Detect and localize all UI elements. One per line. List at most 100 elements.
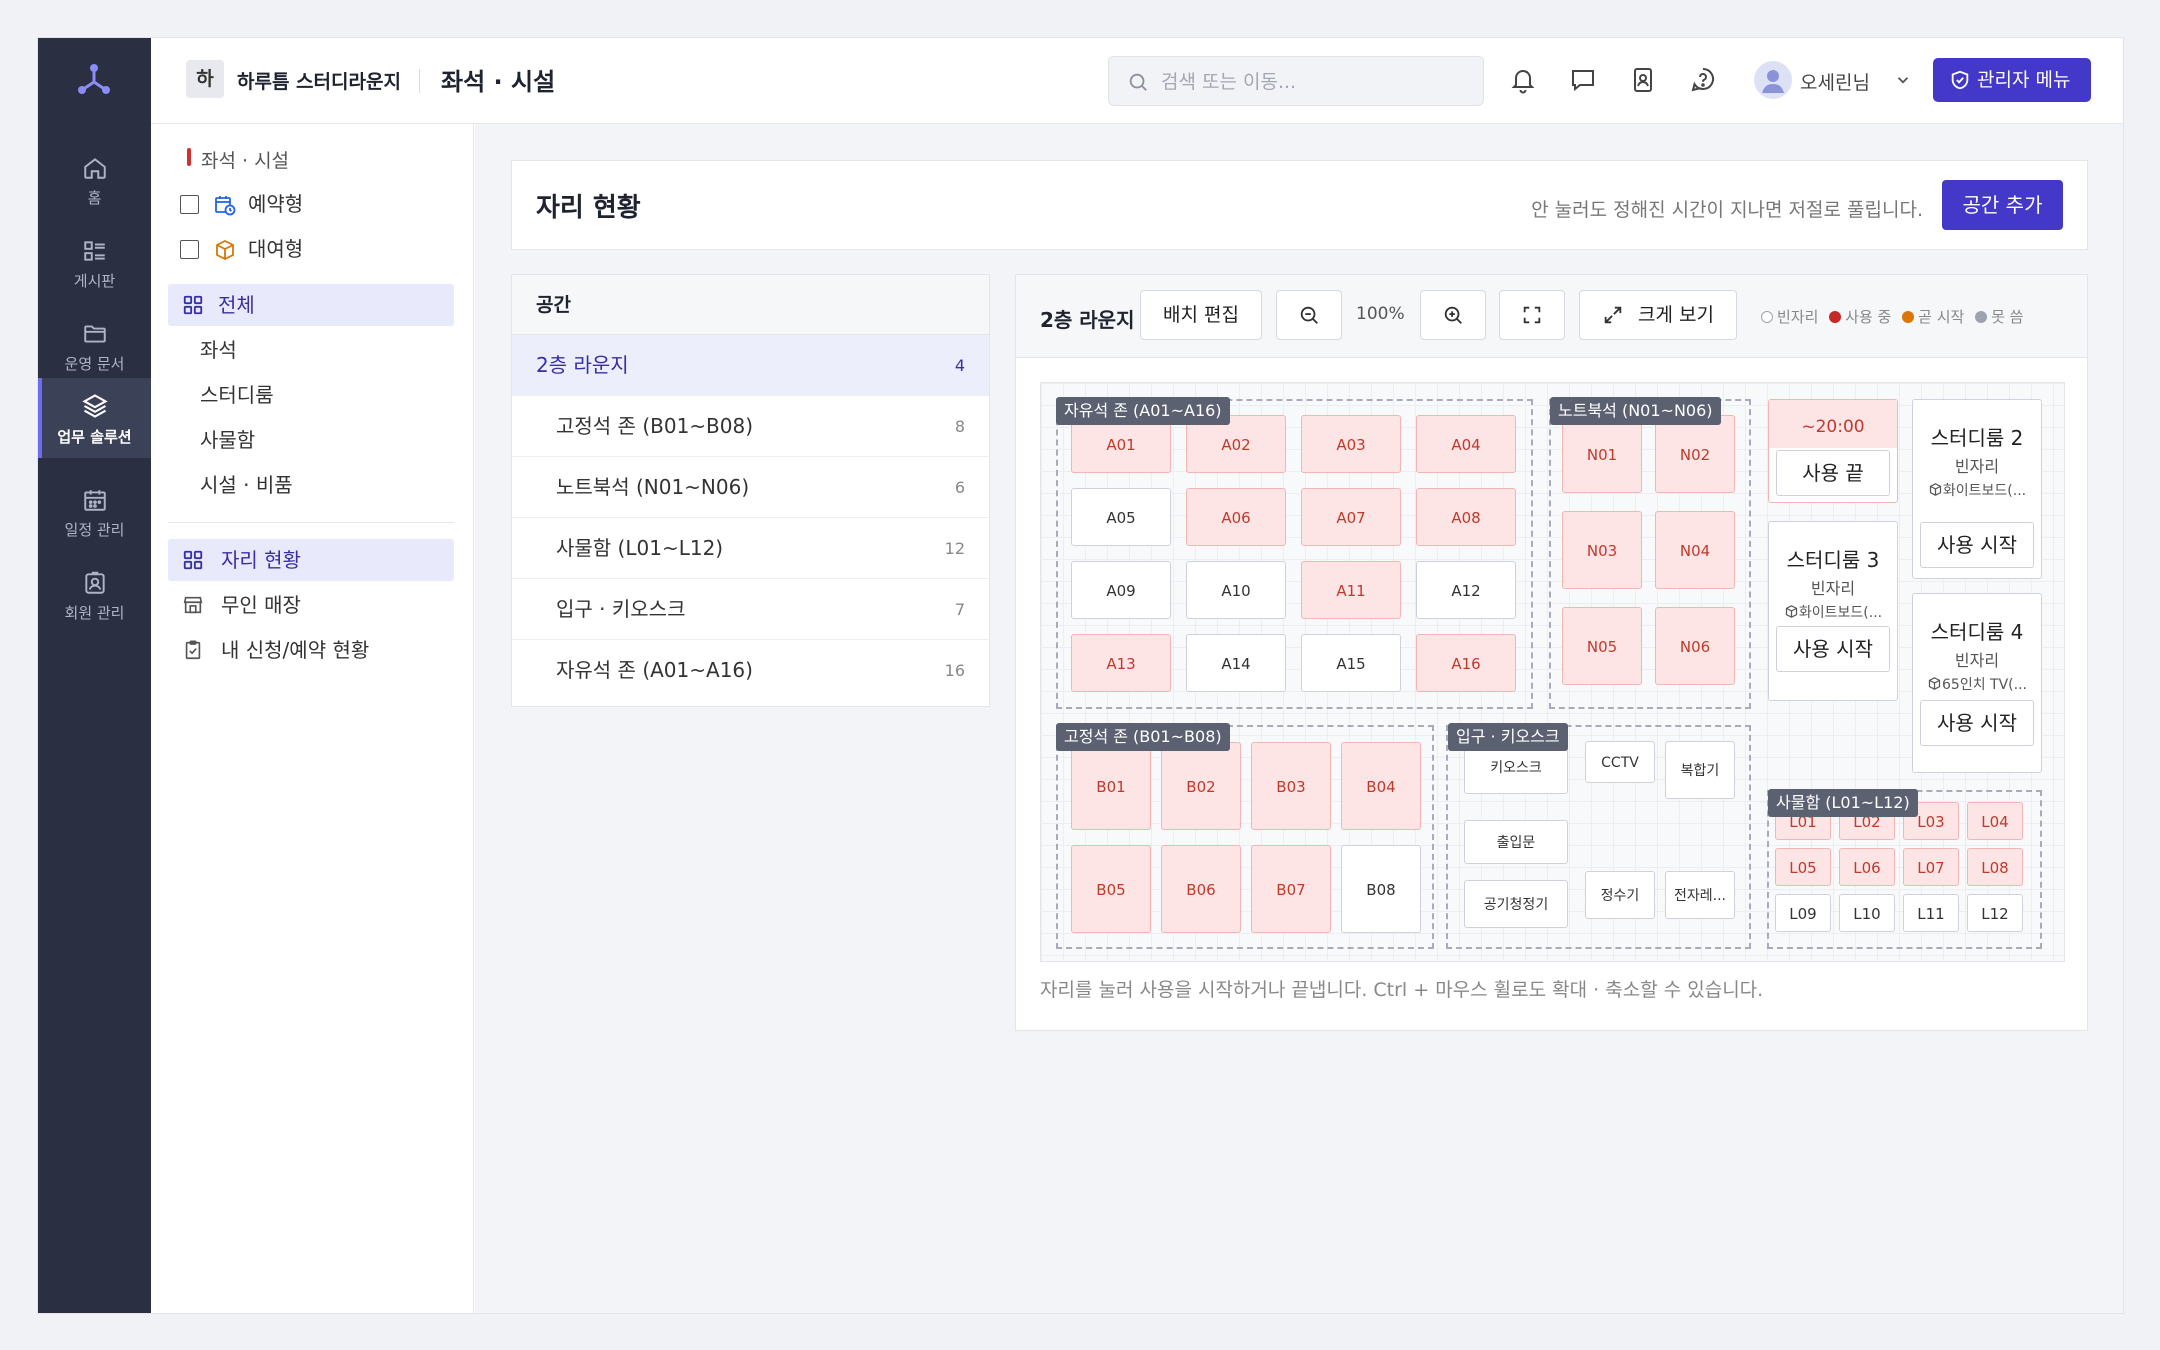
bell-icon[interactable] (1507, 64, 1539, 96)
seat-l09[interactable]: L09 (1775, 894, 1831, 932)
category-studyroom[interactable]: 스터디룸 (168, 374, 454, 416)
seat-a03[interactable]: A03 (1301, 415, 1401, 473)
seat-l04[interactable]: L04 (1967, 802, 2023, 840)
link-unmanned-store[interactable]: 무인 매장 (168, 584, 454, 626)
help-icon[interactable] (1687, 64, 1719, 96)
space-row[interactable]: 2층 라운지 4 (512, 335, 989, 396)
seat-l08[interactable]: L08 (1967, 848, 2023, 886)
seat-n01[interactable]: N01 (1562, 415, 1642, 493)
seat-n06[interactable]: N06 (1655, 607, 1735, 685)
seat-a15[interactable]: A15 (1301, 634, 1401, 692)
seat-l06[interactable]: L06 (1839, 848, 1895, 886)
space-row[interactable]: 고정석 존 (B01~B08) 8 (512, 396, 989, 457)
add-space-button[interactable]: 공간 추가 (1942, 180, 2063, 230)
seat-n03[interactable]: N03 (1562, 511, 1642, 589)
checkbox[interactable] (180, 240, 199, 259)
link-seat-status[interactable]: 자리 현황 (168, 539, 454, 581)
category-all[interactable]: 전체 (168, 284, 454, 326)
rail-item-docs[interactable]: 운영 문서 (38, 307, 151, 387)
seat-a07[interactable]: A07 (1301, 488, 1401, 546)
category-facility[interactable]: 시설 · 비품 (168, 464, 454, 506)
zoom-in-button[interactable] (1420, 290, 1486, 340)
seat-n05[interactable]: N05 (1562, 607, 1642, 685)
seat-b06[interactable]: B06 (1161, 845, 1241, 933)
chat-icon[interactable] (1567, 64, 1599, 96)
facility-item[interactable]: CCTV (1585, 741, 1655, 783)
seat-a10[interactable]: A10 (1186, 561, 1286, 619)
start-use-button[interactable]: 사용 시작 (1776, 626, 1890, 672)
space-row[interactable]: 자유석 존 (A01~A16) 16 (512, 640, 989, 701)
seat-b07[interactable]: B07 (1251, 845, 1331, 933)
filter-reservation[interactable]: 예약형 (168, 183, 454, 225)
fit-screen-button[interactable] (1499, 290, 1565, 340)
checkbox[interactable] (180, 195, 199, 214)
seat-l12[interactable]: L12 (1967, 894, 2023, 932)
seat-a11[interactable]: A11 (1301, 561, 1401, 619)
seat-l05[interactable]: L05 (1775, 848, 1831, 886)
seat-b05[interactable]: B05 (1071, 845, 1151, 933)
start-use-button[interactable]: 사용 시작 (1920, 700, 2034, 746)
studyroom-1[interactable]: ~20:00 사용 끝 (1768, 399, 1898, 503)
category-locker[interactable]: 사물함 (168, 419, 454, 461)
seat-l11[interactable]: L11 (1903, 894, 1959, 932)
space-row[interactable]: 사물함 (L01~L12) 12 (512, 518, 989, 579)
studyroom-4[interactable]: 스터디룸 4 빈자리 65인치 TV(... 사용 시작 (1912, 593, 2042, 773)
edit-layout-button[interactable]: 배치 편집 (1140, 290, 1262, 340)
org-name[interactable]: 하루틈 스터디라운지 (237, 67, 401, 94)
zoom-out-button[interactable] (1276, 290, 1342, 340)
facility-item[interactable]: 출입문 (1464, 820, 1568, 864)
rail-item-members[interactable]: 회원 관리 (38, 556, 151, 636)
seat-n04[interactable]: N04 (1655, 511, 1735, 589)
seat-a04[interactable]: A04 (1416, 415, 1516, 473)
search-input[interactable] (1161, 69, 1461, 95)
seat-b03[interactable]: B03 (1251, 742, 1331, 830)
space-count: 8 (954, 417, 965, 436)
seat-a12[interactable]: A12 (1416, 561, 1516, 619)
category-label: 전체 (218, 293, 255, 317)
rail-item-schedule[interactable]: 일정 관리 (38, 473, 151, 553)
seat-a14[interactable]: A14 (1186, 634, 1286, 692)
facility-item[interactable]: 전자레... (1665, 871, 1735, 919)
facility-item[interactable]: 복합기 (1665, 741, 1735, 799)
facility-text: 화이트보드(... (1798, 605, 1883, 621)
studyroom-2[interactable]: 스터디룸 2 빈자리 화이트보드(... 사용 시작 (1912, 399, 2042, 579)
rail-item-home[interactable]: 홈 (38, 141, 151, 221)
facility-item[interactable]: 정수기 (1585, 871, 1655, 919)
expand-view-button[interactable]: 크게 보기 (1579, 290, 1737, 340)
seat-l10[interactable]: L10 (1839, 894, 1895, 932)
admin-menu-button[interactable]: 관리자 메뉴 (1933, 58, 2091, 102)
seat-b08[interactable]: B08 (1341, 845, 1421, 933)
studyroom-3[interactable]: 스터디룸 3 빈자리 화이트보드(... 사용 시작 (1768, 521, 1898, 701)
seat-a06[interactable]: A06 (1186, 488, 1286, 546)
legend-label: 빈자리 (1777, 308, 1819, 326)
seat-b04[interactable]: B04 (1341, 742, 1421, 830)
seat-a13[interactable]: A13 (1071, 634, 1171, 692)
seat-b02[interactable]: B02 (1161, 742, 1241, 830)
search-box[interactable] (1108, 56, 1484, 106)
user-name[interactable]: 오세린님 (1800, 68, 1870, 95)
rail-item-solutions[interactable]: 업무 솔루션 (38, 378, 151, 458)
link-my-requests[interactable]: 내 신청/예약 현황 (168, 629, 454, 671)
category-seat[interactable]: 좌석 (168, 329, 454, 371)
space-row[interactable]: 노트북석 (N01~N06) 6 (512, 457, 989, 518)
start-use-button[interactable]: 사용 시작 (1920, 522, 2034, 568)
seat-a08[interactable]: A08 (1416, 488, 1516, 546)
seat-a05[interactable]: A05 (1071, 488, 1171, 546)
chevron-down-icon[interactable] (1894, 71, 1912, 89)
seat-a16[interactable]: A16 (1416, 634, 1516, 692)
seat-n02[interactable]: N02 (1655, 415, 1735, 493)
seat-a09[interactable]: A09 (1071, 561, 1171, 619)
facility-item[interactable]: 공기청정기 (1464, 880, 1568, 928)
contact-book-icon[interactable] (1627, 64, 1659, 96)
rail-label: 홈 (87, 189, 102, 207)
seat-b01[interactable]: B01 (1071, 742, 1151, 830)
floor-canvas[interactable]: ~20:00 사용 끝 스터디룸 2 빈자리 화이트보드(... 사용 시작 스… (1040, 382, 2065, 962)
space-row[interactable]: 입구 · 키오스크 7 (512, 579, 989, 640)
end-use-button[interactable]: 사용 끝 (1776, 450, 1890, 496)
rail-item-board[interactable]: 게시판 (38, 224, 151, 304)
filter-rental[interactable]: 대여형 (168, 228, 454, 270)
avatar[interactable] (1754, 61, 1792, 99)
seat-l07[interactable]: L07 (1903, 848, 1959, 886)
room-facility: 화이트보드(... (1913, 480, 2041, 500)
expand-icon (1604, 306, 1622, 324)
